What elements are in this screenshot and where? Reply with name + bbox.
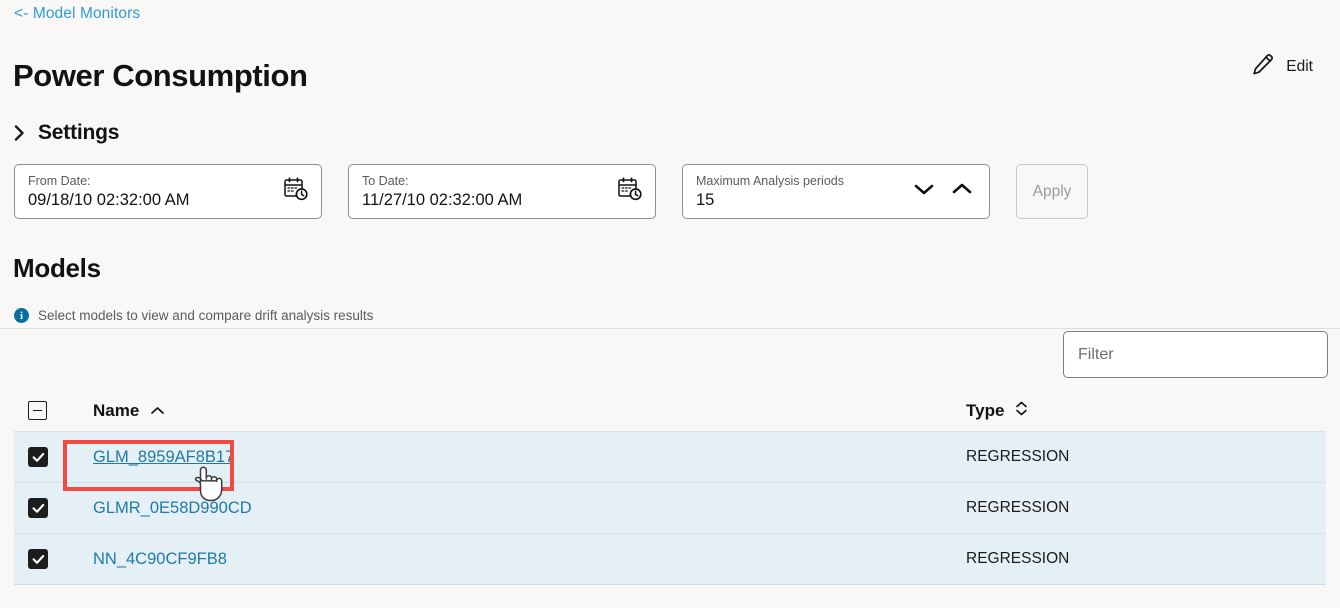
edit-label: Edit [1286, 58, 1313, 75]
indeterminate-icon [33, 409, 42, 412]
model-type: REGRESSION [966, 550, 1070, 567]
table-row[interactable]: GLM_8959AF8B17 REGRESSION [14, 432, 1326, 483]
page-root: <- Model Monitors Power Consumption Edit… [0, 0, 1340, 608]
max-analysis-periods-field[interactable]: Maximum Analysis periods 15 [682, 164, 990, 219]
model-link[interactable]: GLMR_0E58D990CD [93, 499, 252, 517]
chevron-up-icon [150, 401, 165, 421]
row-select-cell [14, 498, 78, 518]
row-name-cell: GLM_8959AF8B17 [78, 448, 962, 467]
models-hint-text: Select models to view and compare drift … [38, 308, 374, 323]
models-hint: i Select models to view and compare drif… [14, 308, 373, 323]
models-section-title: Models [13, 253, 101, 283]
settings-controls: From Date: 09/18/10 02:32:00 AM To Date:… [14, 164, 1088, 219]
select-all-cell [14, 401, 78, 420]
breadcrumb-model-monitors[interactable]: <- Model Monitors [14, 5, 140, 23]
to-date-value: 11/27/10 02:32:00 AM [362, 190, 523, 209]
table-row[interactable]: NN_4C90CF9FB8 REGRESSION [14, 534, 1326, 585]
check-icon [32, 452, 44, 462]
models-table: Name Type GLM_8959AF8B17 REGRESSION GLMR… [14, 390, 1326, 585]
to-date-field[interactable]: To Date: 11/27/10 02:32:00 AM [348, 164, 656, 219]
filter-input[interactable] [1063, 331, 1328, 378]
row-type-cell: REGRESSION [962, 499, 1326, 517]
check-icon [32, 503, 44, 513]
row-name-cell: GLMR_0E58D990CD [78, 499, 962, 518]
model-type: REGRESSION [966, 448, 1070, 465]
column-header-name[interactable]: Name [78, 401, 962, 421]
table-header-row: Name Type [14, 390, 1326, 432]
model-link[interactable]: GLM_8959AF8B17 [93, 448, 234, 466]
chevron-right-icon [13, 124, 26, 142]
column-header-name-label: Name [93, 400, 140, 420]
row-select-cell [14, 549, 78, 569]
model-type: REGRESSION [966, 499, 1070, 516]
from-date-field[interactable]: From Date: 09/18/10 02:32:00 AM [14, 164, 322, 219]
row-type-cell: REGRESSION [962, 448, 1326, 466]
settings-title: Settings [38, 121, 120, 144]
check-icon [32, 554, 44, 564]
max-analysis-periods-value: 15 [696, 190, 715, 209]
calendar-clock-icon[interactable] [283, 176, 309, 207]
calendar-clock-icon[interactable] [617, 176, 643, 207]
model-link[interactable]: NN_4C90CF9FB8 [93, 550, 227, 568]
select-all-checkbox[interactable] [28, 401, 47, 420]
table-row[interactable]: GLMR_0E58D990CD REGRESSION [14, 483, 1326, 534]
column-header-type-label: Type [966, 400, 1005, 420]
chevron-down-icon[interactable] [913, 181, 935, 202]
to-date-label: To Date: [362, 173, 409, 188]
pencil-icon [1250, 52, 1275, 82]
from-date-value: 09/18/10 02:32:00 AM [28, 190, 190, 209]
settings-section-toggle[interactable]: Settings [13, 121, 119, 145]
max-analysis-periods-label: Maximum Analysis periods [696, 173, 844, 188]
row-select-cell [14, 447, 78, 467]
page-title: Power Consumption [13, 58, 308, 93]
row-checkbox[interactable] [28, 447, 48, 467]
column-header-type[interactable]: Type [962, 400, 1326, 422]
chevron-up-icon[interactable] [951, 181, 973, 202]
row-checkbox[interactable] [28, 498, 48, 518]
from-date-label: From Date: [28, 173, 91, 188]
row-name-cell: NN_4C90CF9FB8 [78, 550, 962, 569]
row-checkbox[interactable] [28, 549, 48, 569]
section-divider [0, 328, 1340, 329]
apply-button[interactable]: Apply [1016, 164, 1088, 219]
info-icon: i [14, 308, 29, 323]
sort-updown-icon [1015, 400, 1028, 422]
row-type-cell: REGRESSION [962, 550, 1326, 568]
edit-button[interactable]: Edit [1250, 52, 1313, 82]
